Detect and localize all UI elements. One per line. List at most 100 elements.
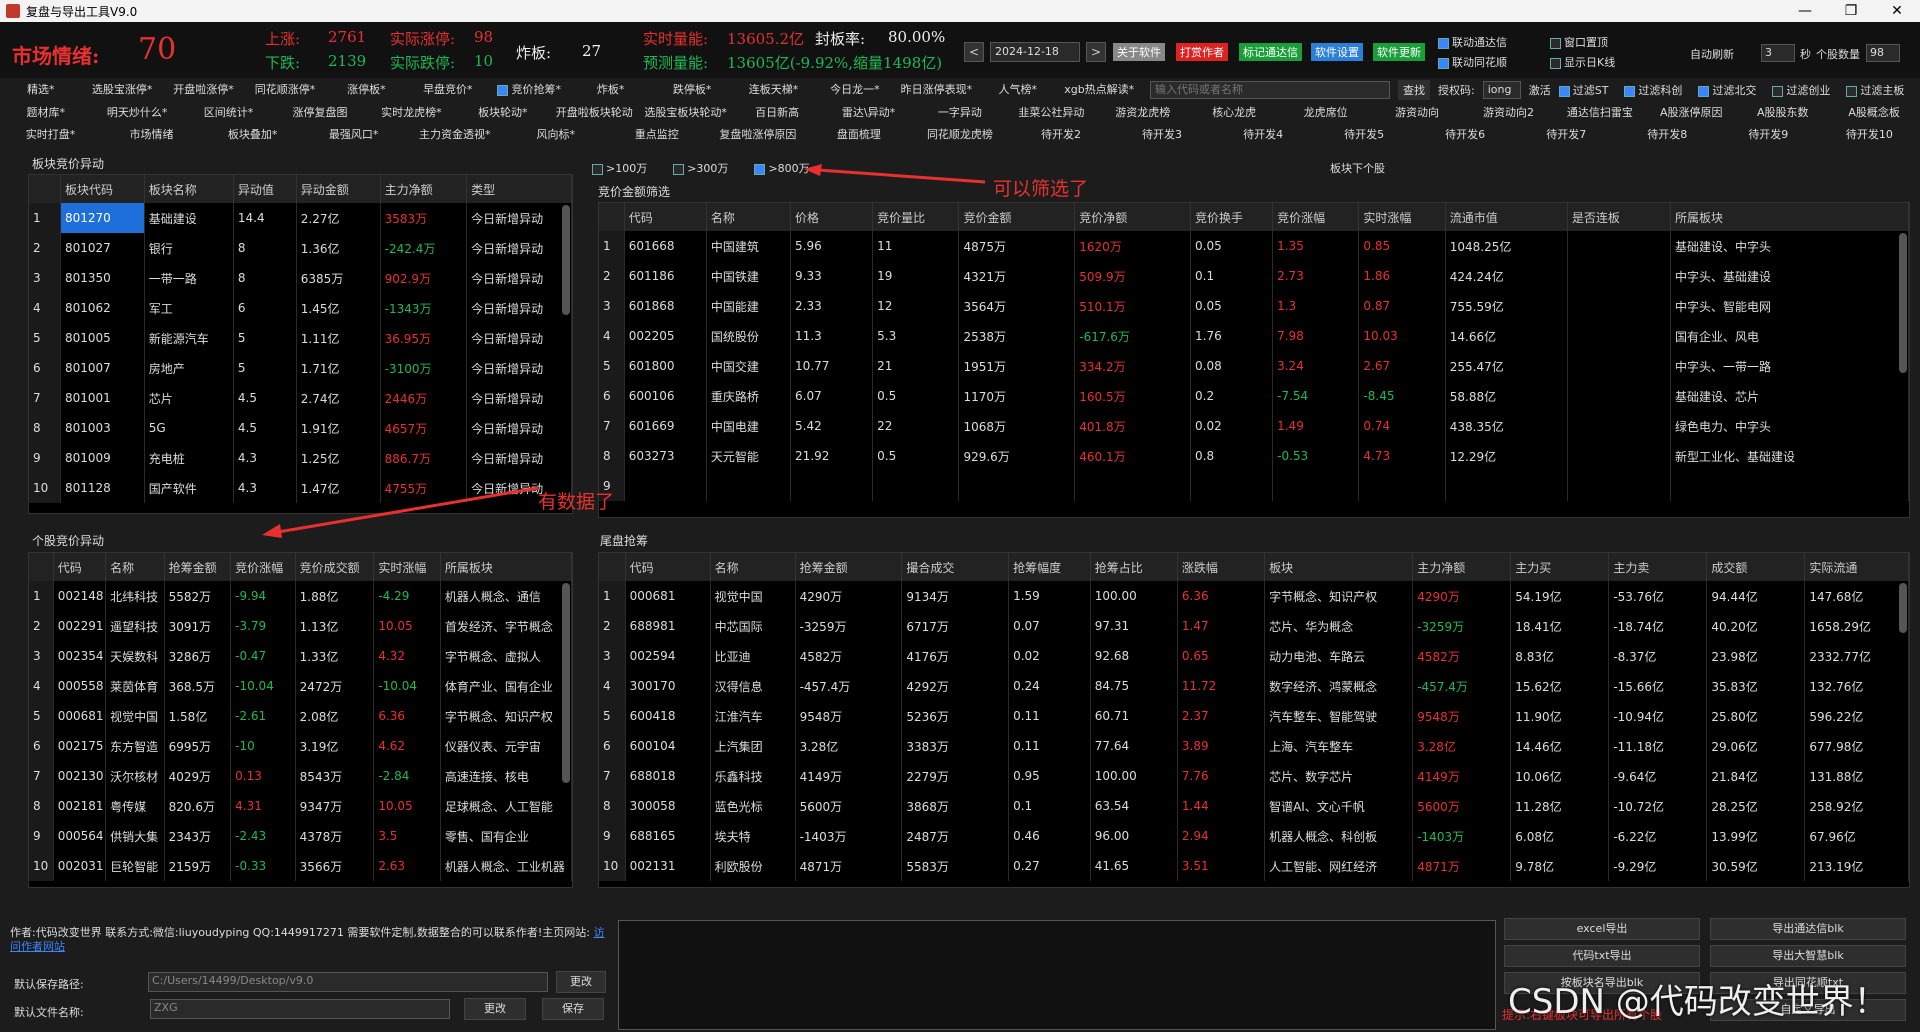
table-row[interactable]: 4 801062 军工 6 1.45亿 -1343万 今日新增异动 <box>29 293 572 323</box>
column-header[interactable]: 主力卖 <box>1608 553 1708 581</box>
table-row[interactable]: 9 801009 充电桩 4.3 1.25亿 886.7万 今日新增异动 <box>29 443 572 473</box>
menu-item[interactable]: 待开发5 <box>1314 126 1415 142</box>
link-ths-checkbox[interactable]: 联动同花顺 <box>1438 54 1507 70</box>
table-row[interactable]: 6 002175 东方智造 6995万 -10 3.19亿 4.62 仪器仪表、元宇宙 <box>29 731 572 761</box>
menu-item[interactable]: 待开发10 <box>1819 126 1920 142</box>
menu-item[interactable]: 实时打盘* <box>0 126 101 142</box>
menu-item[interactable]: 板块叠加* <box>202 126 303 142</box>
settings-button[interactable]: 软件设置 <box>1311 43 1363 61</box>
auth-code-input[interactable]: iong <box>1482 81 1521 99</box>
column-header[interactable]: 名称 <box>710 553 796 581</box>
column-header[interactable]: 抢筹金额 <box>795 553 903 581</box>
menu-item[interactable]: 涨停板* <box>326 81 407 97</box>
change-name-button[interactable]: 更改 <box>464 998 526 1020</box>
activate-button[interactable]: 激活 <box>1529 82 1551 98</box>
menu-item[interactable]: 待开发7 <box>1516 126 1617 142</box>
stock-search-input[interactable] <box>1150 81 1390 99</box>
table-row[interactable]: 5 000681 视觉中国 1.58亿 -2.61 2.08亿 6.36 字节概念、知识产权 <box>29 701 572 731</box>
column-header[interactable]: 板块名称 <box>144 175 234 203</box>
filter-300w[interactable]: >300万 <box>673 160 728 176</box>
table-row[interactable]: 7 688018 乐鑫科技 4149万 2279万 0.95 100.00 7.76 芯片、数字… <box>599 761 1909 791</box>
column-header[interactable]: 所属板块 <box>440 553 572 581</box>
menu-item[interactable]: 连板天梯* <box>733 81 814 97</box>
column-header[interactable]: 名称 <box>706 203 792 231</box>
menu-item[interactable]: 雷达\异动* <box>823 104 914 120</box>
table-row[interactable]: 5 601800 中国交建 10.77 21 1951万 334.2万 0.08 3.24 2.6… <box>599 351 1909 381</box>
menu-item[interactable]: 开盘啦板块轮动 <box>549 104 640 120</box>
mark-tdx-button[interactable]: 标记通达信 <box>1239 43 1302 61</box>
menu-item[interactable]: 百日新高 <box>731 104 822 120</box>
menu-item[interactable]: 复盘啦涨停原因 <box>707 126 808 142</box>
column-header[interactable]: 异动金额 <box>296 175 381 203</box>
menu-item[interactable]: 跌停板* <box>651 81 732 97</box>
menu-item[interactable]: 市场情绪 <box>101 126 202 142</box>
individual-scrollbar[interactable] <box>562 583 570 783</box>
column-header[interactable]: 竞价净额 <box>1074 203 1192 231</box>
menu-item[interactable]: 待开发9 <box>1718 126 1819 142</box>
column-header[interactable]: 名称 <box>105 553 165 581</box>
export-button[interactable]: 导出通达信blk <box>1710 918 1906 940</box>
menu-item[interactable]: A股概念板 <box>1828 104 1919 120</box>
menu-item[interactable]: 盘面梳理 <box>808 126 909 142</box>
next-date-button[interactable]: > <box>1086 42 1106 62</box>
filter-checkbox[interactable]: 过滤主板 <box>1846 82 1904 98</box>
table-row[interactable]: 3 801350 一带一路 8 6385万 902.9万 今日新增异动 <box>29 263 572 293</box>
column-header[interactable]: 价格 <box>790 203 874 231</box>
save-path-input[interactable]: C:/Users/14499/Desktop/v9.0 <box>148 972 548 992</box>
table-row[interactable]: 7 601669 中国电建 5.42 22 1068万 401.8万 0.02 1.49 0.74… <box>599 411 1909 441</box>
filter-100w[interactable]: >100万 <box>592 160 647 176</box>
column-header[interactable]: 竞价金额 <box>958 203 1076 231</box>
menu-item[interactable]: 待开发2 <box>1010 126 1111 142</box>
tail-scrollbar[interactable] <box>1899 583 1907 633</box>
column-header[interactable]: 实时涨幅 <box>373 553 441 581</box>
menu-item[interactable]: 重点监控 <box>606 126 707 142</box>
table-row[interactable]: 1 002148 北纬科技 5582万 -9.94 1.88亿 -4.29 机器人概念、通信 <box>29 581 572 611</box>
table-row[interactable]: 1 801270 基础建设 14.4 2.27亿 3583万 今日新增异动 <box>29 203 572 233</box>
save-button[interactable]: 保存 <box>542 998 604 1020</box>
filter-checkbox[interactable]: 过滤ST <box>1558 82 1608 98</box>
menu-item[interactable]: 精选* <box>0 81 81 97</box>
menu-item[interactable]: 游资动向2 <box>1463 104 1554 120</box>
column-header[interactable]: 竞价涨幅 <box>1272 203 1360 231</box>
column-header[interactable]: 代码 <box>624 203 707 231</box>
column-header[interactable]: 竞价换手 <box>1190 203 1274 231</box>
menu-item[interactable]: 韭菜公社异动 <box>1006 104 1097 120</box>
column-header[interactable]: 代码 <box>625 553 711 581</box>
table-row[interactable]: 4 002205 国统股份 11.3 5.3 2538万 -617.6万 1.76 7.98 10… <box>599 321 1909 351</box>
table-row[interactable]: 9 688165 埃夫特 -1403万 2487万 0.46 96.00 2.94 机器人概念、… <box>599 821 1909 851</box>
menu-item[interactable]: A股股东数 <box>1737 104 1828 120</box>
export-button[interactable]: 代码txt导出 <box>1504 945 1700 967</box>
window-top-checkbox[interactable]: 窗口置顶 <box>1550 34 1608 50</box>
menu-item[interactable]: 今日龙一* <box>814 81 895 97</box>
menu-item[interactable]: 早盘竞价* <box>407 81 488 97</box>
table-row[interactable]: 10 002031 巨轮智能 2159万 -0.33 3566万 2.63 机器人概念、工业机… <box>29 851 572 881</box>
column-header[interactable]: 抢筹占比 <box>1090 553 1178 581</box>
column-header[interactable]: 主力净额 <box>1412 553 1512 581</box>
filter-checkbox[interactable]: 过滤北交 <box>1698 82 1756 98</box>
menu-item[interactable]: 风向标* <box>505 126 606 142</box>
show-k-checkbox[interactable]: 显示日K线 <box>1550 54 1615 70</box>
column-header[interactable]: 抢筹幅度 <box>1008 553 1091 581</box>
table-row[interactable]: 1 601668 中国建筑 5.96 11 4875万 1620万 0.05 1.35 0.85 1… <box>599 231 1909 261</box>
table-row[interactable]: 1 000681 视觉中国 4290万 9134万 1.59 100.00 6.36 字节概念、… <box>599 581 1909 611</box>
table-row[interactable]: 7 801001 芯片 4.5 2.74亿 2446万 今日新增异动 <box>29 383 572 413</box>
table-row[interactable]: 10 002131 利欧股份 4871万 5583万 0.27 41.65 3.51 人工智能、… <box>599 851 1909 881</box>
menu-item[interactable]: 实时龙虎榜* <box>366 104 457 120</box>
stock-count-input[interactable]: 98 <box>1866 44 1900 62</box>
column-header[interactable]: 抢筹金额 <box>164 553 232 581</box>
file-name-input[interactable]: ZXG <box>150 999 450 1019</box>
column-header[interactable]: 异动值 <box>233 175 297 203</box>
filter-checkbox[interactable]: 过滤科创 <box>1624 82 1682 98</box>
sector-scrollbar[interactable] <box>562 205 570 315</box>
menu-item[interactable]: 核心龙虎 <box>1188 104 1279 120</box>
column-header[interactable]: 竞价成交额 <box>295 553 375 581</box>
menu-item[interactable]: 主力资金透视* <box>404 126 505 142</box>
menu-item[interactable]: 竞价抢筹* <box>489 81 570 97</box>
table-row[interactable]: 8 300058 蓝色光标 5600万 3868万 0.1 63.54 1.44 智谱AI、文心… <box>599 791 1909 821</box>
prev-date-button[interactable]: < <box>964 42 984 62</box>
auction-scrollbar[interactable] <box>1899 233 1907 373</box>
menu-item[interactable]: 同花顺龙虎榜 <box>909 126 1010 142</box>
menu-item[interactable]: 龙虎席位 <box>1280 104 1371 120</box>
column-header[interactable]: 类型 <box>466 175 572 203</box>
refresh-interval-input[interactable]: 3 <box>1761 44 1795 62</box>
